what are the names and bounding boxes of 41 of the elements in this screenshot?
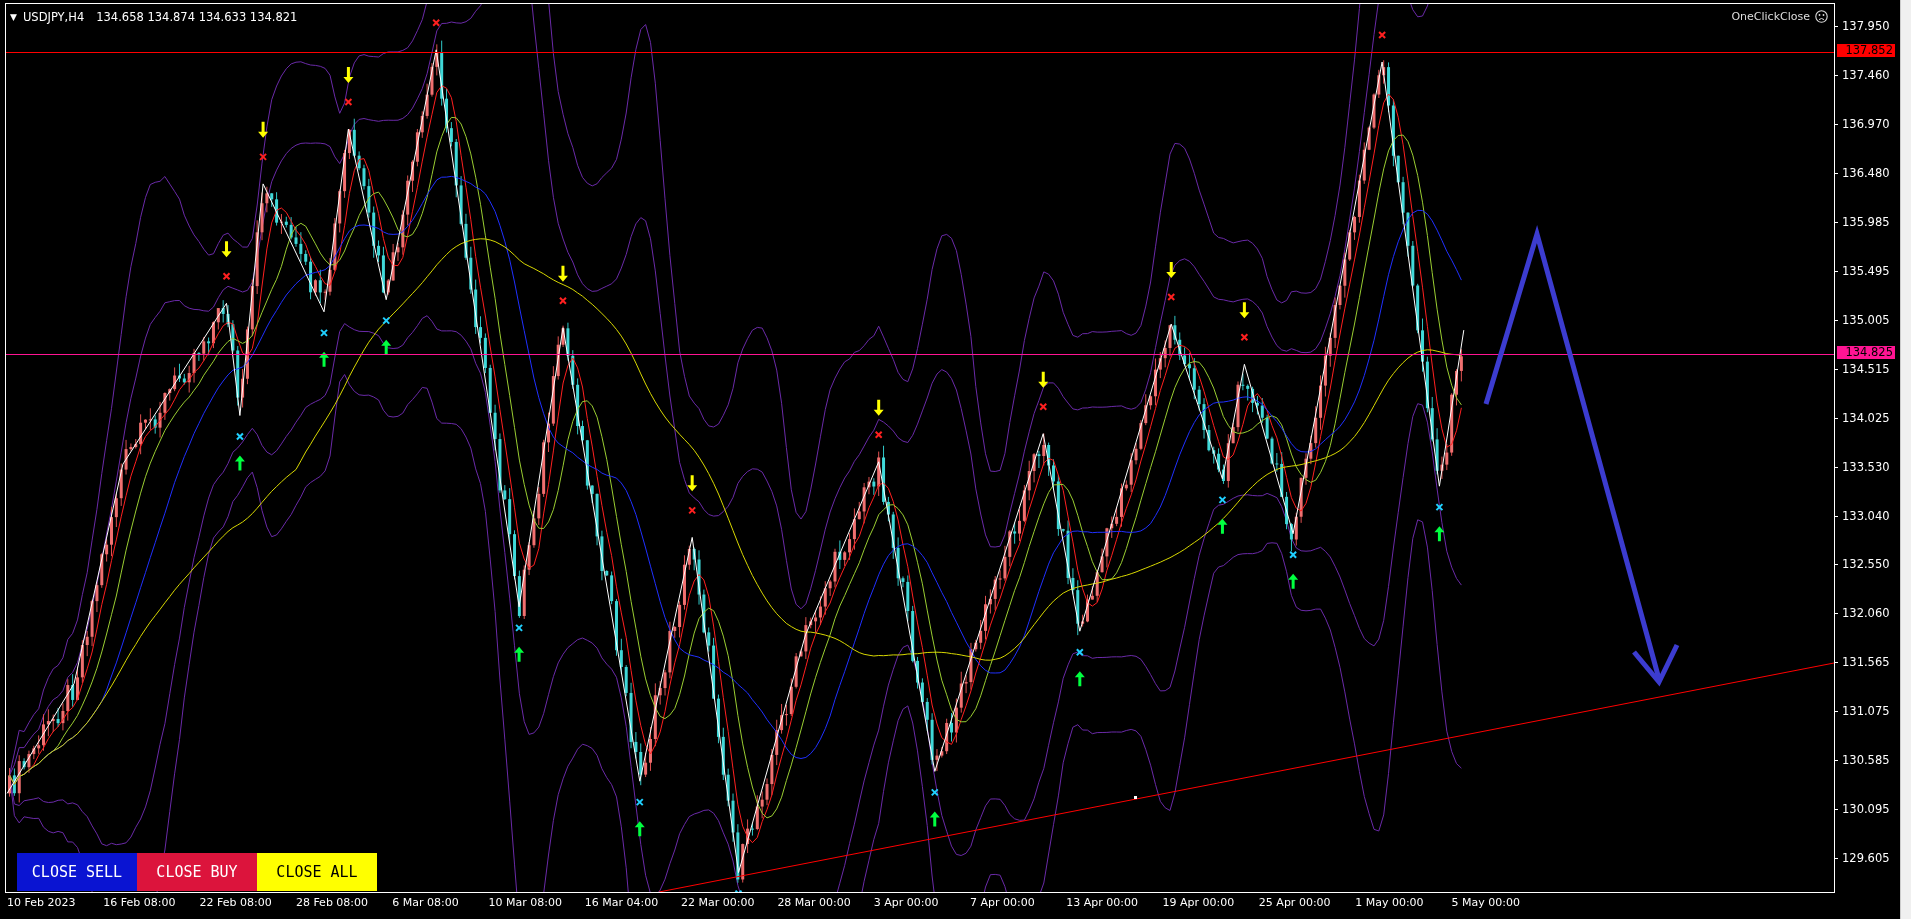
price-axis-label: 135.495: [1835, 263, 1900, 313]
price-tag: 134.825: [1837, 345, 1895, 359]
symbol-label: USDJPY,H4: [22, 10, 85, 24]
close-button[interactable]: CLOSE ALL: [257, 853, 377, 891]
price-axis-label: 132.060: [1835, 606, 1900, 656]
time-axis-label: 25 Apr 00:00: [1258, 895, 1332, 911]
time-axis-label: 16 Feb 08:00: [103, 895, 177, 911]
time-axis-label: 28 Mar 00:00: [777, 895, 852, 911]
time-axis-label: 7 Apr 00:00: [969, 895, 1036, 911]
price-axis-label: 131.565: [1835, 655, 1900, 705]
time-axis-label: 10 Feb 2023: [7, 895, 77, 911]
time-axis-label: 22 Mar 00:00: [681, 895, 756, 911]
close-button[interactable]: CLOSE BUY: [137, 853, 257, 891]
price-axis-label: 136.480: [1835, 165, 1900, 215]
price-axis-label: 129.605: [1835, 851, 1900, 901]
price-axis-label: 133.040: [1835, 508, 1900, 558]
time-axis-label: 28 Feb 08:00: [295, 895, 370, 911]
price-axis-label: 132.550: [1835, 557, 1900, 607]
time-axis-label: 19 Apr 00:00: [1162, 895, 1236, 911]
time-axis-label: 13 Apr 00:00: [1066, 895, 1139, 911]
price-axis-label: 130.095: [1835, 802, 1900, 852]
price-axis-label: 136.970: [1835, 116, 1900, 166]
price-axis-label: 130.585: [1835, 753, 1900, 803]
time-axis-label: 10 Mar 08:00: [488, 895, 563, 911]
time-axis-label: 1 May 00:00: [1355, 895, 1425, 911]
time-axis-label: 22 Feb 08:00: [199, 895, 273, 911]
price-axis-label: 133.530: [1835, 459, 1900, 509]
ohlc-values: 134.658 134.874 134.633 134.821: [96, 10, 298, 24]
time-axis-label: 3 Apr 00:00: [873, 895, 940, 911]
price-tag: 137.852: [1837, 43, 1895, 57]
price-axis-label: 135.985: [1835, 214, 1900, 264]
price-axis-label: 134.025: [1835, 410, 1900, 460]
time-axis-label: 5 May 00:00: [1451, 895, 1521, 911]
time-axis-label: 16 Mar 04:00: [584, 895, 660, 911]
time-axis-label: 6 Mar 08:00: [392, 895, 460, 911]
close-button[interactable]: CLOSE SELL: [17, 853, 137, 891]
menu-caret[interactable]: ▼: [10, 10, 17, 24]
price-axis-label: 134.515: [1835, 361, 1900, 411]
expert-name: OneClickClose: [1731, 10, 1810, 23]
price-axis-label: 131.075: [1835, 704, 1900, 754]
price-axis-label: 137.460: [1835, 67, 1900, 117]
